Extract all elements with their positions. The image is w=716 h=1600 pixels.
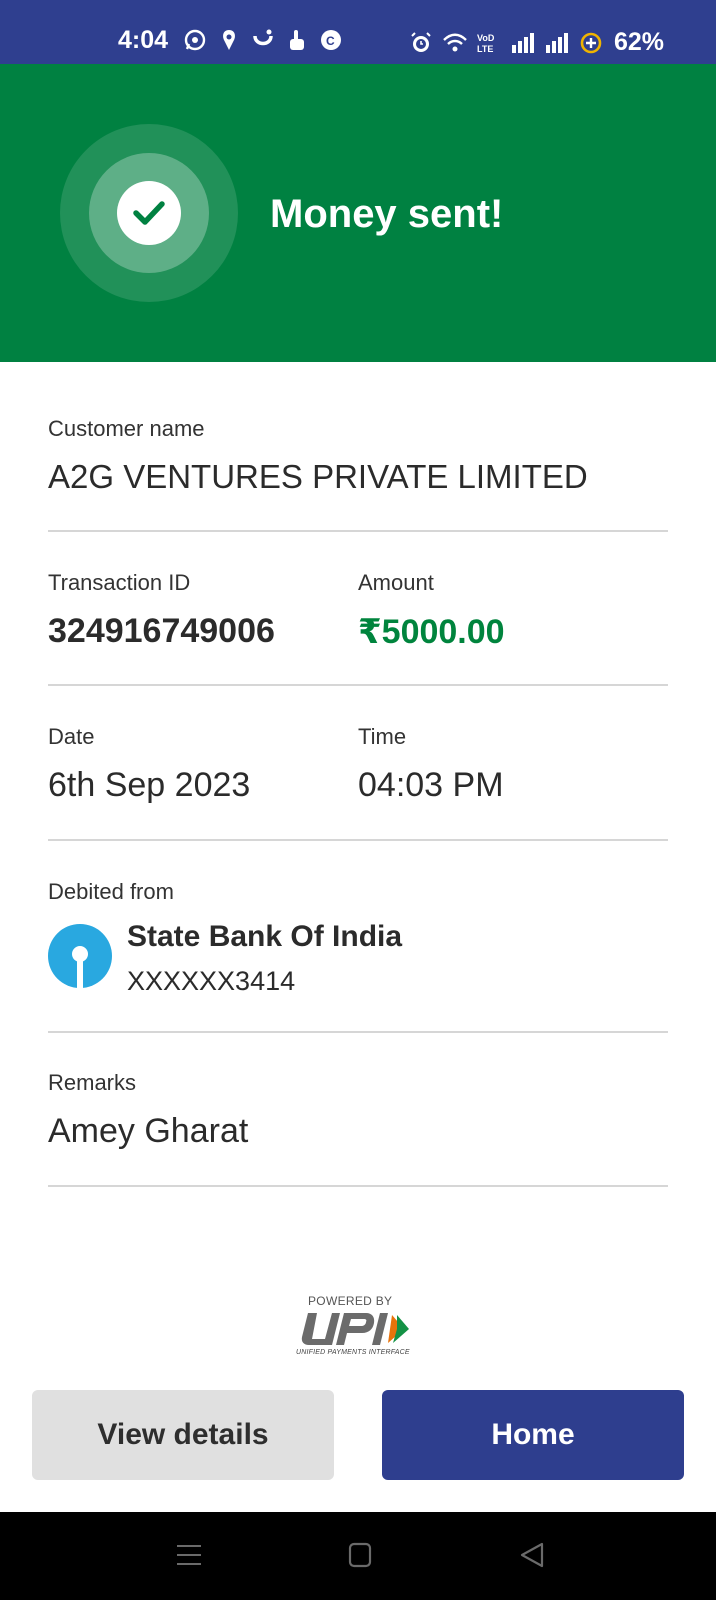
home-nav-icon[interactable] bbox=[348, 1542, 372, 1568]
swiggy-icon bbox=[223, 30, 235, 50]
cred-icon: C bbox=[321, 30, 341, 50]
remarks-value: Amey Gharat bbox=[48, 1112, 249, 1150]
bank-account-number: XXXXXX3414 bbox=[127, 966, 296, 996]
status-time: 4:04 bbox=[118, 26, 169, 54]
sbi-bank-icon bbox=[48, 924, 112, 988]
time-value: 04:03 PM bbox=[358, 766, 504, 804]
battery-saver-icon bbox=[580, 32, 602, 53]
amount-label: Amount bbox=[358, 570, 434, 595]
signal-icon bbox=[512, 32, 534, 53]
upi-wordmark-icon bbox=[301, 1313, 409, 1345]
date-value: 6th Sep 2023 bbox=[48, 766, 251, 804]
svg-text:C: C bbox=[326, 34, 335, 48]
bank-name: State Bank Of India bbox=[127, 920, 403, 953]
debited-from-label: Debited from bbox=[48, 879, 174, 904]
date-label: Date bbox=[48, 724, 95, 749]
divider bbox=[48, 684, 668, 686]
amount-value: ₹5000.00 bbox=[358, 613, 505, 651]
back-icon[interactable] bbox=[520, 1542, 544, 1568]
wifi-icon bbox=[443, 33, 467, 51]
whatsapp-icon bbox=[184, 29, 206, 51]
upi-logo: POWERED BY UNIFIED PAYMENTS INTERFACE bbox=[290, 1294, 430, 1360]
customer-name-value: A2G VENTURES PRIVATE LIMITED bbox=[48, 458, 588, 495]
system-icons: VoD LTE 62% bbox=[408, 28, 664, 57]
svg-text:VoD: VoD bbox=[477, 33, 495, 43]
view-details-button[interactable]: View details bbox=[32, 1390, 334, 1480]
menu-icon[interactable] bbox=[176, 1542, 202, 1568]
app-icon bbox=[253, 29, 273, 46]
customer-name-label: Customer name bbox=[48, 416, 205, 441]
volte-icon: VoDLTE bbox=[477, 33, 495, 54]
hand-icon bbox=[290, 30, 304, 50]
system-navigation-bar bbox=[0, 1512, 716, 1600]
divider bbox=[48, 1031, 668, 1033]
remarks-label: Remarks bbox=[48, 1070, 137, 1095]
success-check-icon bbox=[117, 181, 181, 245]
success-banner: Money sent! bbox=[0, 64, 716, 362]
transaction-id-value: 324916749006 bbox=[48, 612, 275, 650]
success-ring bbox=[60, 124, 238, 302]
svg-text:LTE: LTE bbox=[477, 44, 493, 54]
notification-icons: C bbox=[183, 28, 343, 52]
battery-percent: 62% bbox=[614, 28, 665, 56]
time-label: Time bbox=[358, 724, 407, 749]
divider bbox=[48, 839, 668, 841]
divider bbox=[48, 1185, 668, 1187]
signal-icon bbox=[546, 32, 568, 53]
divider bbox=[48, 530, 668, 532]
status-bar: 4:04 C VoD LTE 62% bbox=[0, 0, 716, 64]
alarm-icon bbox=[411, 31, 431, 52]
upi-subtitle: UNIFIED PAYMENTS INTERFACE bbox=[296, 1349, 410, 1356]
success-title: Money sent! bbox=[270, 192, 504, 236]
transaction-id-label: Transaction ID bbox=[48, 570, 191, 595]
powered-by-text: POWERED BY bbox=[308, 1294, 393, 1308]
home-button[interactable]: Home bbox=[382, 1390, 684, 1480]
